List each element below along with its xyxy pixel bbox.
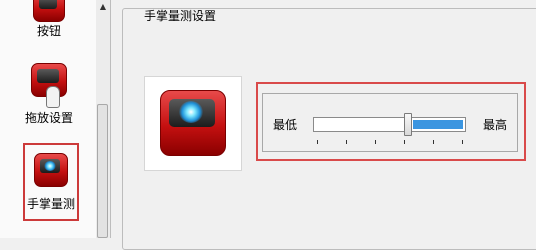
slider-tick (462, 140, 463, 144)
slider-tick (317, 140, 318, 144)
slider-tick (375, 140, 376, 144)
group-title: 手掌量测设置 (141, 9, 220, 23)
slider-max-label: 最高 (483, 118, 508, 132)
sidebar-item-drag-settings[interactable]: 拖放设置 (18, 63, 80, 125)
sensitivity-slider-track[interactable] (313, 117, 466, 132)
scroll-up-arrow-icon[interactable]: ▲ (96, 0, 110, 14)
sidebar: 按钮 拖放设置 手掌量测 (0, 0, 97, 238)
slider-fill (413, 120, 463, 129)
preview-box (144, 76, 242, 171)
slider-min-label: 最低 (273, 118, 298, 132)
sidebar-item-label: 拖放设置 (24, 111, 73, 125)
button-icon (33, 0, 65, 22)
drag-hand-icon (31, 63, 67, 108)
slider-tick (404, 140, 405, 144)
palm-measure-icon (34, 153, 68, 187)
sidebar-item-button[interactable]: 按钮 (18, 0, 80, 38)
slider-tick (346, 140, 347, 144)
slider-tick (433, 140, 434, 144)
scrollbar-thumb[interactable] (97, 104, 108, 238)
sidebar-item-label: 按钮 (36, 24, 61, 38)
slider-handle[interactable] (404, 113, 412, 136)
sidebar-item-palm-measure[interactable]: 手掌量测 (23, 143, 79, 221)
palm-measure-icon (160, 90, 226, 156)
sidebar-item-label: 手掌量测 (26, 197, 75, 211)
sidebar-scrollbar[interactable]: ▲ (96, 0, 111, 238)
